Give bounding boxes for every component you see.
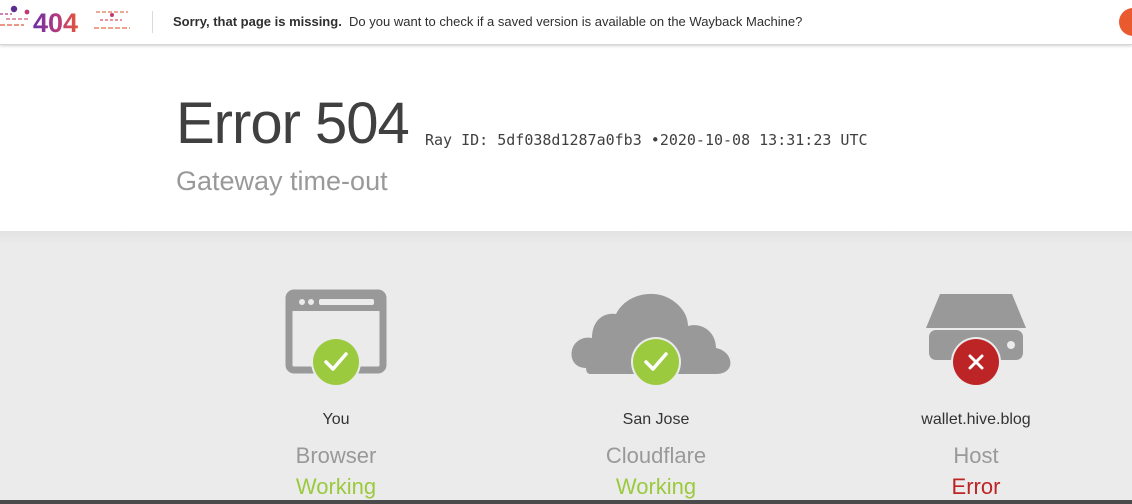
- server-icon: [926, 294, 1026, 387]
- status-card-host: wallet.hive.blog Host Error: [856, 231, 1096, 504]
- card-status: Error: [951, 474, 1001, 499]
- browser-icon: [285, 289, 387, 387]
- error-timestamp: 2020-10-08 13:31:23 UTC: [659, 131, 868, 149]
- card-status: Working: [615, 474, 697, 499]
- wayback-logo-text: 404: [33, 8, 78, 38]
- status-area: You Browser Working San Jose Cloudflare …: [0, 231, 1132, 504]
- wayback-logo-graphic: 404: [0, 5, 130, 38]
- card-status: Working: [295, 474, 377, 499]
- ray-label: Ray ID:: [425, 131, 489, 149]
- wayback-message: Sorry, that page is missing. Do you want…: [173, 14, 802, 30]
- browser-ok-badge: [313, 339, 359, 385]
- ray-id: 5df038d1287a0fb3: [497, 131, 642, 149]
- card-name: Cloudflare: [605, 443, 707, 468]
- card-name: Browser: [295, 443, 377, 468]
- toolbar-divider: [152, 11, 153, 33]
- ray-bullet: •: [650, 131, 660, 149]
- wayback-action-button[interactable]: [1119, 8, 1132, 36]
- wayback-404-logo[interactable]: 404: [0, 0, 140, 45]
- error-header: Error 504 Ray ID: 5df038d1287a0fb3 •2020…: [0, 45, 1132, 231]
- ray-info: Ray ID: 5df038d1287a0fb3 •2020-10-08 13:…: [425, 131, 868, 149]
- wayback-message-strong: Sorry, that page is missing.: [173, 14, 342, 29]
- status-card-browser: You Browser Working: [216, 231, 456, 504]
- error-title: Error 504: [176, 91, 410, 156]
- cloudflare-ok-badge: [633, 339, 679, 385]
- card-location: San Jose: [622, 411, 690, 428]
- card-location: wallet.hive.blog: [921, 411, 1031, 428]
- card-location: You: [322, 411, 350, 428]
- status-card-cloudflare: San Jose Cloudflare Working: [536, 231, 776, 504]
- error-subtitle: Gateway time-out: [176, 166, 388, 196]
- cloud-icon: [571, 293, 731, 387]
- bottom-strip: [0, 500, 1132, 504]
- wayback-message-text: Do you want to check if a saved version …: [349, 14, 803, 29]
- wayback-toolbar: 404 Sorry, that page is missing. Do you …: [0, 0, 1132, 45]
- card-name: Host: [953, 443, 999, 468]
